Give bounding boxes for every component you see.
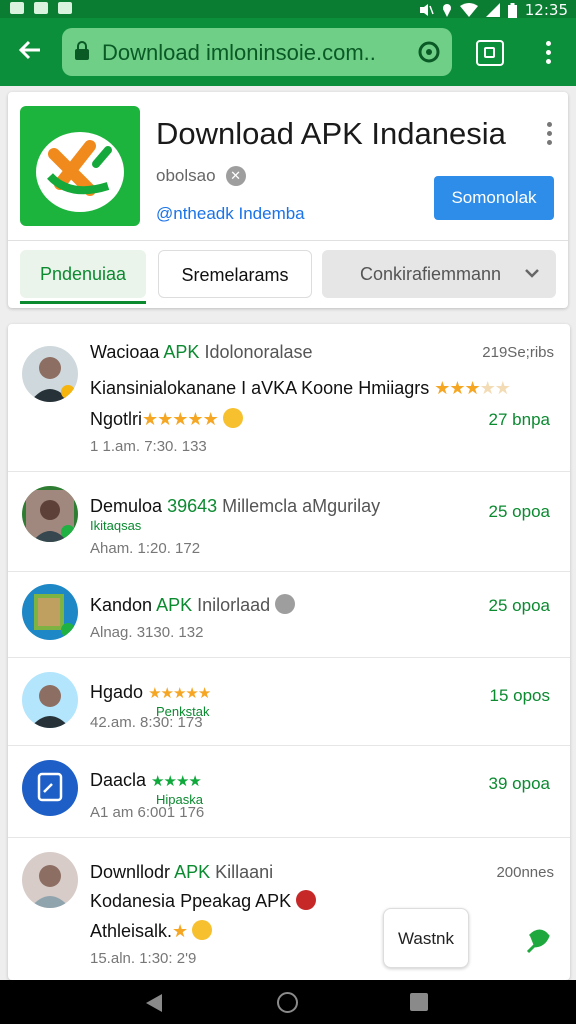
post-count: 39 opoa [488,774,550,793]
emoji-icon [192,920,213,940]
post-line: Ngotlri★★★★★ [90,408,243,430]
avatar [22,852,78,908]
list-item[interactable]: Hgado ★★★★★ Penkstak 15 opos 42.am. 8:30… [8,658,570,746]
rating-stars: ★ [172,921,188,941]
emoji-icon [222,408,243,428]
browser-toolbar: Download imloninsoie.com.. [0,18,576,86]
floating-action-button[interactable]: Wastnk [383,908,469,968]
app-title: Download APK Indanesia [156,116,506,151]
list-item[interactable]: Downllodr APK Killaani 200nnes Kodanesia… [8,838,570,980]
notification-icons [10,2,72,14]
timestamp: 42.am. 8:30: 173 [90,714,203,731]
url-text: Download imloninsoie.com.. [102,40,376,65]
avatar [22,486,78,542]
post-count: 25 opoa [488,596,550,615]
post-title: Wacioaa APK Idolonoralase [90,342,313,362]
timestamp: Alnag. 3130. 132 [90,624,204,641]
card-more-button[interactable] [544,122,554,148]
install-button[interactable]: Somonolak [434,176,554,220]
app-link[interactable]: @ntheadk Indemba [156,204,305,224]
battery-icon [507,2,517,18]
timestamp: 15.aln. 1:30: 2'9 [90,950,197,967]
rating-stars: ★★★★★ [148,685,211,702]
timestamp: Aham. 1:20. 172 [90,540,201,557]
notification-icon [34,2,48,14]
list-item[interactable]: Kandon APK Inilorlaad 25 opoa Alnag. 313… [8,572,570,658]
chip-dropdown[interactable]: Conkirafiemmann [322,250,556,298]
timestamp: 1 1.am. 7:30. 133 [90,438,207,455]
divider [8,240,568,241]
signal-icon [485,3,500,17]
tabs-icon [484,47,495,58]
app-logo [20,106,140,226]
mute-icon [419,4,434,16]
post-meta: 200nnes [496,864,554,881]
rating-stars: ★★★★ [151,773,202,790]
timestamp: A1 am 6:001 176 [90,804,205,821]
chip-tab-2[interactable]: Sremelarams [158,250,312,298]
nav-recents-button[interactable] [410,993,428,1011]
post-list: Wacioaa APK Idolonoralase 219Se;ribs Kia… [8,324,570,980]
post-count: 15 opos [489,686,551,705]
chevron-down-icon [524,250,540,318]
nav-home-button[interactable] [277,992,298,1013]
list-item[interactable]: Daacla ★★★★ Hipaska 39 opoa A1 am 6:001 … [8,746,570,838]
info-icon [275,594,296,614]
clock: 12:35 [524,1,568,19]
post-count: 25 opoa [488,502,550,521]
reload-icon[interactable] [416,39,442,65]
post-title: Downllodr APK Killaani [90,862,274,882]
app-card: Download APK Indanesia obolsao ✕ @nthead… [8,92,568,308]
chip-tab-1[interactable]: Pndenuiaa [20,250,146,304]
post-tag: Ikitaqsas [90,518,142,533]
wifi-icon [459,3,478,17]
avatar [22,584,78,640]
post-title: Demuloa 39643 Millemcla aMgurilay [90,496,381,516]
address-bar[interactable]: Download imloninsoie.com.. [62,28,452,76]
back-button[interactable] [14,36,46,68]
post-line: Athleisalk.★ [90,920,213,942]
status-bar: 12:35 [0,0,576,19]
post-body: Kodanesia Ppeakag APK [90,890,317,912]
list-item[interactable]: Demuloa 39643 Millemcla aMgurilay Ikitaq… [8,472,570,572]
chip-dropdown-label: Conkirafiemmann [360,264,502,284]
post-title: Kandon APK Inilorlaad [90,594,296,616]
lock-icon [75,41,89,60]
verified-icon: ✕ [225,166,246,186]
post-title: Hgado ★★★★★ [90,682,211,702]
avatar [22,760,78,816]
tab-switcher-button[interactable] [476,40,504,66]
status-right: 12:35 [418,1,568,19]
nav-back-button[interactable] [146,994,162,1012]
avatar [22,346,78,402]
emoji-icon [296,890,317,910]
arrow-left-icon [18,40,40,60]
rating-stars: ★★★★★ [142,409,219,429]
post-count: 27 bnpa [488,410,550,429]
avatar [22,672,78,728]
overflow-menu-button[interactable] [540,38,556,68]
location-icon [442,4,451,17]
system-nav-bar [0,980,576,1024]
app-developer: obolsao ✕ [156,166,246,186]
rating-stars: ★★★★★ [434,378,511,398]
notification-icon [58,2,72,14]
list-item[interactable]: Wacioaa APK Idolonoralase 219Se;ribs Kia… [8,324,570,472]
post-title: Daacla ★★★★ [90,770,202,790]
leaf-button[interactable] [508,912,564,968]
leaf-icon [526,929,550,954]
post-body: Kiansinialokanane I аVKA Koone Hmiiagrs … [90,378,511,398]
developer-name: obolsao [156,166,216,185]
notification-icon [10,2,24,14]
post-meta: 219Se;ribs [482,344,554,361]
